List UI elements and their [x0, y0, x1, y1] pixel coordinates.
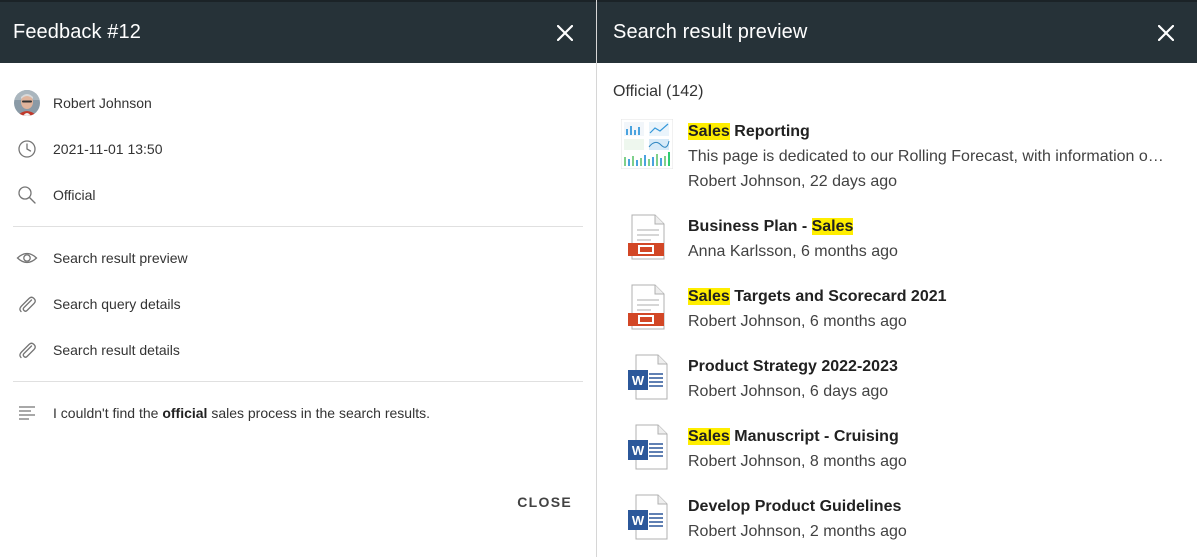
result-meta: Anna Karlsson, 6 months ago — [688, 243, 898, 260]
result-item[interactable]: Sales Targets and Scorecard 2021 Robert J… — [597, 284, 1197, 334]
title-text: Manuscript - Cruising — [729, 428, 899, 445]
result-title[interactable]: Develop Product Guidelines — [688, 494, 907, 519]
close-button[interactable]: CLOSE — [517, 494, 572, 510]
result-body: Sales Targets and Scorecard 2021 Robert J… — [673, 284, 947, 334]
query-row: Official — [13, 172, 583, 218]
title-text: Targets and Scorecard 2021 — [729, 288, 947, 305]
paperclip-icon — [13, 290, 41, 318]
result-meta: Robert Johnson, 8 months ago — [688, 453, 907, 470]
svg-text:W: W — [632, 513, 645, 528]
result-item[interactable]: Business Plan - Sales Anna Karlsson, 6 mo… — [597, 214, 1197, 264]
svg-text:W: W — [632, 373, 645, 388]
result-meta: Robert Johnson, 22 days ago — [688, 173, 898, 190]
search-icon — [13, 181, 41, 209]
result-body: Business Plan - Sales Anna Karlsson, 6 mo… — [673, 214, 898, 264]
feedback-comment: I couldn't find the official sales proce… — [53, 405, 430, 421]
result-body: Product Strategy 2022-2023 Robert Johnson… — [673, 354, 898, 404]
eye-icon — [13, 244, 41, 272]
highlighted-term: Sales — [688, 123, 730, 140]
link-label[interactable]: Search result details — [53, 342, 180, 358]
result-body: Sales Reporting This page is dedicated to… — [673, 119, 1170, 194]
feedback-header: Feedback #12 — [0, 0, 596, 63]
result-title[interactable]: Sales Targets and Scorecard 2021 — [688, 284, 947, 309]
result-body: Sales Manuscript - Cruising Robert Johnso… — [673, 424, 907, 474]
query-text: Official — [53, 187, 96, 203]
comment-text: I couldn't find the — [53, 405, 163, 421]
word-file-icon: W — [621, 494, 673, 544]
word-file-icon: W — [621, 424, 673, 474]
result-meta: Robert Johnson, 2 months ago — [688, 523, 907, 540]
feedback-title: Feedback #12 — [13, 21, 141, 43]
highlighted-term: Sales — [688, 428, 730, 445]
divider — [13, 226, 583, 227]
dashboard-thumbnail — [621, 119, 673, 194]
feedback-details: Robert Johnson 2021-11-01 13:50 Official… — [0, 63, 596, 436]
link-search-query-details[interactable]: Search query details — [13, 281, 583, 327]
result-title[interactable]: Business Plan - Sales — [688, 214, 898, 239]
title-text: Business Plan - — [688, 218, 812, 235]
preview-title: Search result preview — [613, 21, 808, 43]
result-item[interactable]: W Develop Product Guidelines Robert Johnso… — [597, 494, 1197, 544]
comment-row: I couldn't find the official sales proce… — [13, 390, 583, 436]
result-title[interactable]: Product Strategy 2022-2023 — [688, 354, 898, 379]
title-text: Develop Product Guidelines — [688, 498, 902, 515]
link-search-result-preview[interactable]: Search result preview — [13, 235, 583, 281]
divider — [13, 381, 583, 382]
results-count: Official (142) — [613, 83, 704, 100]
result-meta: Robert Johnson, 6 days ago — [688, 383, 889, 400]
title-text: Reporting — [729, 123, 810, 140]
user-row: Robert Johnson — [13, 80, 583, 126]
avatar — [13, 89, 41, 117]
result-title[interactable]: Sales Manuscript - Cruising — [688, 424, 907, 449]
results-list: Sales Reporting This page is dedicated to… — [597, 119, 1197, 544]
result-body: Develop Product Guidelines Robert Johnson… — [673, 494, 907, 544]
comment-bold-text: official — [162, 405, 208, 421]
presentation-file-icon — [621, 284, 673, 334]
text-lines-icon — [13, 399, 41, 427]
clock-icon — [13, 135, 41, 163]
result-item[interactable]: W Product Strategy 2022-2023 Robert Johnso… — [597, 354, 1197, 404]
title-text: Product Strategy 2022-2023 — [688, 358, 898, 375]
close-icon[interactable] — [554, 22, 576, 44]
presentation-file-icon — [621, 214, 673, 264]
svg-text:W: W — [632, 443, 645, 458]
word-file-icon: W — [621, 354, 673, 404]
comment-text: sales process in the search results. — [207, 405, 430, 421]
preview-header: Search result preview — [597, 0, 1197, 63]
link-label[interactable]: Search query details — [53, 296, 181, 312]
link-label[interactable]: Search result preview — [53, 250, 188, 266]
result-title[interactable]: Sales Reporting — [688, 119, 1170, 144]
timestamp-row: 2021-11-01 13:50 — [13, 126, 583, 172]
result-item[interactable]: W Sales Manuscript - Cruising Robert Johns… — [597, 424, 1197, 474]
highlighted-term: Sales — [688, 288, 730, 305]
paperclip-icon — [13, 336, 41, 364]
result-meta: Robert Johnson, 6 months ago — [688, 313, 907, 330]
feedback-panel: Feedback #12 Robert Johnson 2021-11-01 1… — [0, 0, 596, 557]
close-icon[interactable] — [1155, 22, 1177, 44]
user-name: Robert Johnson — [53, 95, 152, 111]
result-description: This page is dedicated to our Rolling Fo… — [688, 148, 1170, 165]
timestamp: 2021-11-01 13:50 — [53, 141, 163, 157]
search-preview-panel: Search result preview Official (142) Sal… — [597, 0, 1197, 557]
result-item[interactable]: Sales Reporting This page is dedicated to… — [597, 119, 1197, 194]
highlighted-term: Sales — [811, 218, 854, 235]
link-search-result-details[interactable]: Search result details — [13, 327, 583, 373]
